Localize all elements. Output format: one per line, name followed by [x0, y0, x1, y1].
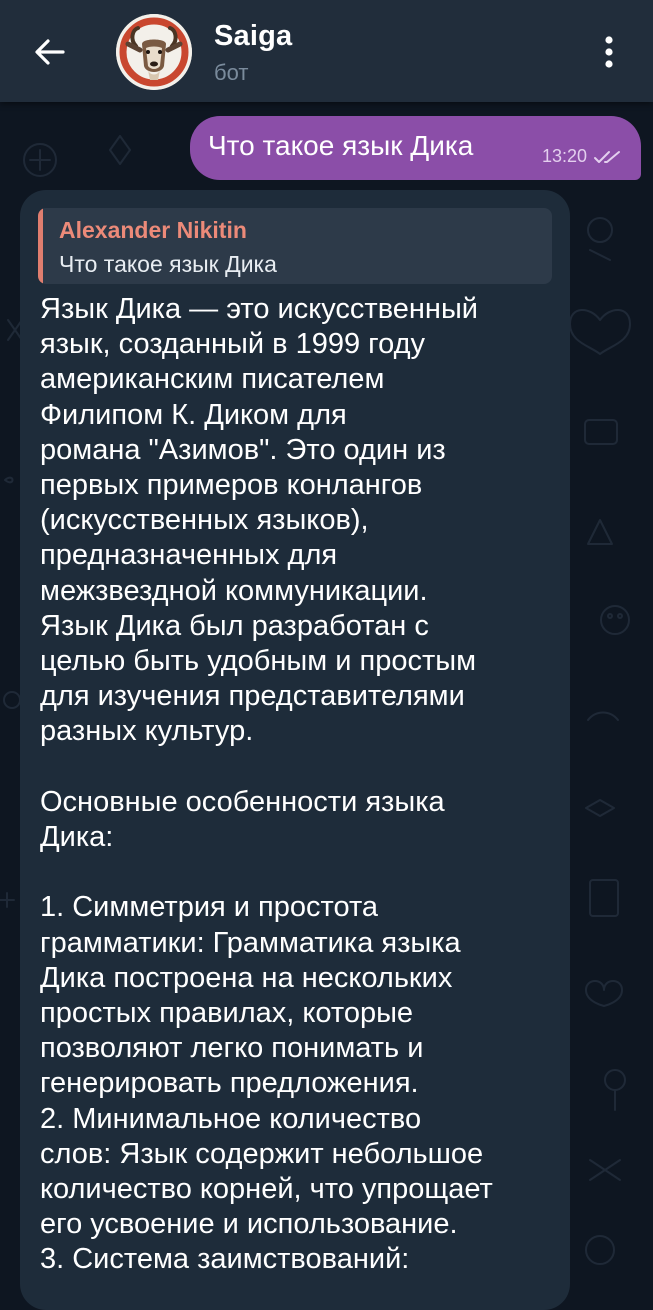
- goat-avatar-icon: [116, 14, 192, 90]
- message-line: 1. Симметрия и простота: [40, 891, 379, 924]
- reply-text: Что такое язык Дика: [59, 251, 277, 277]
- message-line: количество корней, что упрощает: [40, 1173, 493, 1206]
- double-check-icon: [594, 150, 620, 163]
- reply-accent-bar: [38, 208, 43, 284]
- chat-header: Saiga бот: [0, 0, 653, 102]
- reply-author: Alexander Nikitin: [59, 217, 247, 243]
- message-line: (искусственных языков),: [40, 504, 369, 537]
- message-line: слов: Язык содержит небольшое: [40, 1137, 484, 1170]
- message-line: простых правилах, которые: [40, 997, 414, 1030]
- message-line: разных культур.: [40, 715, 254, 748]
- message-line: язык, созданный в 1999 году: [40, 328, 426, 361]
- message-line: предназначенных для: [40, 539, 338, 572]
- outgoing-message-text: Что такое язык Дика: [208, 130, 474, 161]
- message-line: Дика:: [40, 821, 114, 854]
- message-meta: 13:20: [542, 146, 623, 167]
- incoming-message-text: Язык Дика — это искусственный язык, созда…: [40, 292, 560, 1278]
- message-line: Филипом К. Диком для: [40, 398, 347, 431]
- message-line: грамматики: Грамматика языка: [40, 926, 461, 959]
- message-line: Язык Дика — это искусственный: [40, 293, 478, 325]
- message-line: американским писателем: [40, 363, 385, 396]
- message-line: первых примеров конлангов: [40, 469, 423, 502]
- message-line: 2. Минимальное количество: [40, 1102, 422, 1135]
- message-time: 13:20: [541, 146, 587, 166]
- avatar[interactable]: [116, 14, 192, 90]
- message-line: [40, 855, 560, 890]
- message-line: 3. Система заимствований:: [40, 1243, 410, 1276]
- message-line: целью быть удобным и простым: [40, 645, 477, 678]
- message-line: генерировать предложения.: [40, 1067, 419, 1100]
- message-line: Язык Дика был разработан с: [40, 609, 429, 642]
- message-line: позволяют легко понимать и: [40, 1032, 424, 1065]
- message-line: межзвездной коммуникации.: [40, 574, 428, 607]
- reply-quote[interactable]: Alexander Nikitin Что такое язык Дика: [38, 208, 552, 284]
- chat-subtitle: бот: [214, 60, 249, 85]
- more-options-button[interactable]: [586, 28, 632, 76]
- arrow-left-icon: [35, 39, 65, 65]
- message-line: Дика построена на нескольких: [40, 961, 453, 994]
- message-line: для изучения представителями: [40, 680, 465, 713]
- back-button[interactable]: [26, 28, 74, 76]
- message-line: романа "Азимов". Это один из: [40, 433, 446, 466]
- message-line: Основные особенности языка: [40, 785, 445, 818]
- more-vertical-icon: [605, 36, 613, 68]
- chat-title[interactable]: Saiga: [214, 20, 292, 53]
- message-line: [40, 750, 560, 785]
- message-line: его усвоение и использование.: [40, 1208, 458, 1241]
- outgoing-message[interactable]: Что такое язык Дика 13:20: [190, 116, 641, 180]
